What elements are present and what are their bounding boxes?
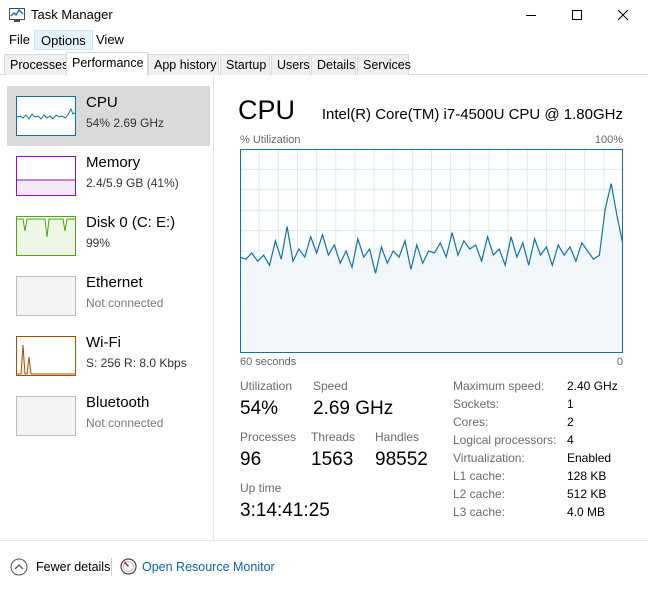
disk-thumbnail — [16, 216, 76, 256]
spec-key-l1-cache: L1 cache: — [453, 469, 506, 483]
close-icon — [617, 9, 629, 21]
threads-value: 1563 — [311, 449, 354, 470]
tab-startup[interactable]: Startup — [220, 54, 270, 75]
spec-key-cores: Cores: — [453, 415, 489, 429]
maximize-icon — [572, 10, 582, 20]
uptime-value: 3:14:41:25 — [240, 500, 330, 521]
spec-value-cores: 2 — [567, 415, 574, 429]
sidebar-item-bluetooth[interactable]: Bluetooth Not connected — [7, 386, 210, 446]
speed-label: Speed — [313, 379, 348, 393]
sidebar-sub-wifi: S: 256 R: 8.0 Kbps — [86, 356, 187, 370]
memory-thumbnail — [16, 156, 76, 196]
spec-value-sockets: 1 — [567, 397, 574, 411]
minimize-button[interactable] — [508, 0, 554, 30]
utilization-label: Utilization — [240, 379, 293, 393]
task-manager-icon — [9, 8, 25, 22]
spec-key-sockets: Sockets: — [453, 397, 500, 411]
tab-details[interactable]: Details — [311, 54, 356, 75]
sidebar-label-disk: Disk 0 (C: E:) — [86, 214, 176, 231]
utilization-value: 54% — [240, 398, 279, 419]
close-button[interactable] — [600, 0, 646, 30]
spec-key-virtualization: Virtualization: — [453, 451, 525, 465]
footer-divider — [111, 558, 112, 576]
menu-bar: File Options View — [0, 30, 648, 50]
sidebar-label-ethernet: Ethernet — [86, 274, 143, 291]
cpu-thumbnail — [16, 96, 76, 136]
spec-value-max-speed: 2.40 GHz — [567, 379, 618, 393]
tab-users[interactable]: Users — [271, 54, 310, 75]
menu-view[interactable]: View — [90, 30, 130, 50]
cpu-utilization-graph — [240, 149, 623, 353]
spec-value-virtualization: Enabled — [567, 451, 612, 465]
graph-x-left-label: 60 seconds — [240, 356, 297, 368]
spec-key-max-speed: Maximum speed: — [453, 379, 545, 393]
sidebar-label-cpu: CPU — [86, 94, 118, 111]
spec-value-l3-cache: 4.0 MB — [567, 505, 606, 519]
footer-bar: Fewer details Open Resource Monitor — [0, 540, 648, 593]
menu-options[interactable]: Options — [34, 30, 93, 50]
processes-value: 96 — [240, 449, 262, 470]
sidebar-sub-ethernet: Not connected — [86, 296, 164, 310]
spec-key-logical-processors: Logical processors: — [453, 433, 557, 447]
sidebar-item-ethernet[interactable]: Ethernet Not connected — [7, 266, 210, 326]
processes-label: Processes — [240, 430, 297, 444]
sidebar-label-memory: Memory — [86, 154, 141, 171]
ethernet-thumbnail — [16, 276, 76, 316]
handles-label: Handles — [375, 430, 420, 444]
sidebar-item-cpu[interactable]: CPU 54% 2.69 GHz — [7, 86, 210, 146]
sidebar-item-memory[interactable]: Memory 2.4/5.9 GB (41%) — [7, 146, 210, 206]
open-resource-monitor-link[interactable]: Open Resource Monitor — [142, 560, 275, 574]
spec-key-l3-cache: L3 cache: — [453, 505, 506, 519]
tab-app-history[interactable]: App history — [148, 54, 219, 75]
chevron-up-circle-icon[interactable] — [10, 558, 28, 576]
page-title: CPU — [238, 95, 296, 125]
spec-key-l2-cache: L2 cache: — [453, 487, 506, 501]
graph-y-label: % Utilization — [240, 134, 301, 146]
sidebar-sub-cpu: 54% 2.69 GHz — [86, 116, 165, 130]
spec-value-l1-cache: 128 KB — [567, 469, 607, 483]
wifi-thumbnail — [16, 336, 76, 376]
sidebar-sub-memory: 2.4/5.9 GB (41%) — [86, 176, 179, 190]
sidebar-label-wifi: Wi-Fi — [86, 334, 121, 351]
cpu-panel: CPU Intel(R) Core(TM) i7-4500U CPU @ 1.8… — [215, 76, 648, 540]
fewer-details-button[interactable]: Fewer details — [36, 560, 110, 574]
minimize-icon — [526, 15, 536, 16]
sidebar-sub-bluetooth: Not connected — [86, 416, 164, 430]
bluetooth-thumbnail — [16, 396, 76, 436]
tab-performance[interactable]: Performance — [66, 52, 148, 76]
menu-file[interactable]: File — [3, 30, 36, 50]
uptime-label: Up time — [240, 481, 282, 495]
tab-bar: Processes Performance App history Startu… — [0, 52, 648, 76]
speed-value: 2.69 GHz — [313, 398, 394, 419]
sidebar-sub-disk: 99% — [86, 236, 111, 250]
handles-value: 98552 — [375, 449, 428, 470]
resource-sidebar: CPU 54% 2.69 GHz Memory 2.4/5.9 GB (41%)… — [0, 76, 214, 540]
spec-value-logical-processors: 4 — [567, 433, 574, 447]
maximize-button[interactable] — [554, 0, 600, 30]
spec-value-l2-cache: 512 KB — [567, 487, 607, 501]
window-title: Task Manager — [31, 7, 113, 22]
threads-label: Threads — [311, 430, 356, 444]
sidebar-item-disk[interactable]: Disk 0 (C: E:) 99% — [7, 206, 210, 266]
tab-processes[interactable]: Processes — [4, 54, 68, 75]
tab-services[interactable]: Services — [357, 54, 411, 75]
resource-monitor-icon — [120, 558, 137, 575]
sidebar-label-bluetooth: Bluetooth — [86, 394, 150, 411]
title-bar[interactable]: Task Manager — [0, 0, 648, 30]
graph-y-max-label: 100% — [594, 134, 623, 146]
graph-x-right-label: 0 — [616, 356, 623, 368]
sidebar-item-wifi[interactable]: Wi-Fi S: 256 R: 8.0 Kbps — [7, 326, 210, 386]
cpu-model-name: Intel(R) Core(TM) i7-4500U CPU @ 1.80GHz — [321, 106, 623, 123]
